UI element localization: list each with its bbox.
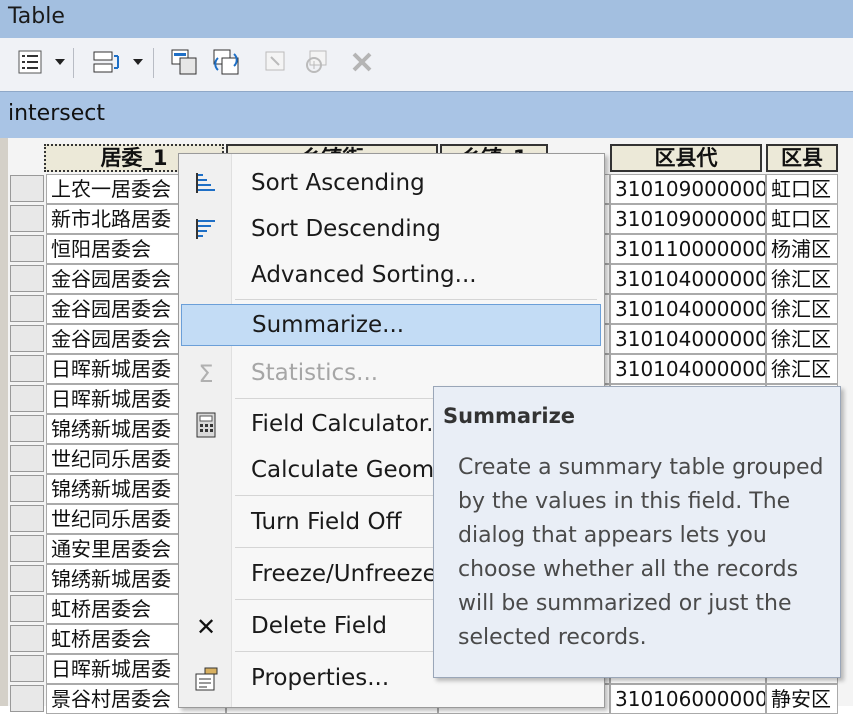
summarize-tooltip: Summarize Create a summary table grouped… — [433, 386, 841, 678]
menu-item-label: Sort Descending — [251, 216, 441, 242]
cell-district-code[interactable]: 310109000000 — [610, 174, 766, 204]
table-name: intersect — [8, 101, 105, 126]
related-tables-icon[interactable] — [92, 48, 120, 76]
toolbar-separator — [153, 48, 154, 78]
row-selector[interactable] — [10, 415, 44, 442]
row-selector[interactable] — [10, 595, 44, 622]
menu-item-label: Turn Field Off — [251, 509, 402, 535]
sort-ascending-icon — [193, 171, 219, 197]
properties-icon — [193, 666, 219, 692]
menu-item-label: Delete Field — [251, 613, 387, 639]
row-selector[interactable] — [10, 175, 44, 202]
row-selector[interactable] — [10, 325, 44, 352]
window-title: Table — [8, 4, 65, 29]
row-selector[interactable] — [10, 565, 44, 592]
delete-icon: ✕ — [195, 613, 217, 641]
clear-selection-icon[interactable] — [262, 48, 290, 76]
cell-district-code[interactable]: 310106000000 — [610, 684, 766, 714]
menu-item-label: Summarize... — [252, 312, 405, 338]
menu-item-summarize[interactable]: Summarize... — [181, 304, 601, 346]
row-selector[interactable] — [10, 385, 44, 412]
column-header[interactable]: 区县 — [766, 144, 838, 172]
row-selector[interactable] — [10, 505, 44, 532]
chevron-down-icon[interactable] — [55, 59, 65, 65]
cell-district-code[interactable]: 310110000000 — [610, 234, 766, 264]
cell-district-code[interactable]: 310104000000 — [610, 264, 766, 294]
cell-district-code[interactable]: 310109000000 — [610, 204, 766, 234]
toolbar-separator — [73, 48, 74, 78]
sigma-icon: Σ — [198, 360, 214, 388]
row-selector[interactable] — [10, 235, 44, 262]
cell-district[interactable]: 徐汇区 — [766, 294, 838, 324]
cell-district[interactable]: 徐汇区 — [766, 264, 838, 294]
row-selector[interactable] — [10, 655, 44, 682]
window-title-bar: Table — [0, 0, 853, 38]
cell-district[interactable]: 虹口区 — [766, 204, 838, 234]
row-selector[interactable] — [10, 295, 44, 322]
menu-item-label: Advanced Sorting... — [251, 262, 477, 288]
menu-item-advanced-sorting[interactable]: Advanced Sorting... — [181, 254, 601, 296]
menu-item-label: Field Calculator... — [251, 411, 449, 437]
cell-district[interactable]: 杨浦区 — [766, 234, 838, 264]
table-options-icon[interactable] — [16, 48, 44, 76]
menu-item-label: Sort Ascending — [251, 170, 425, 196]
select-by-attributes-icon[interactable] — [170, 48, 198, 76]
tooltip-body: Create a summary table grouped by the va… — [458, 455, 824, 650]
row-selector[interactable] — [10, 535, 44, 562]
row-selector[interactable] — [10, 355, 44, 382]
cell-district[interactable]: 徐汇区 — [766, 354, 838, 384]
menu-item-label: Statistics... — [251, 360, 379, 386]
zoom-to-selected-icon[interactable] — [302, 48, 330, 76]
menu-item-sort-descending[interactable]: Sort Descending — [181, 208, 601, 250]
row-selector[interactable] — [10, 625, 44, 652]
cell-district[interactable]: 徐汇区 — [766, 324, 838, 354]
switch-selection-icon[interactable] — [212, 48, 240, 76]
row-selector[interactable] — [10, 205, 44, 232]
cell-district[interactable]: 静安区 — [766, 684, 838, 714]
row-selector[interactable] — [10, 685, 44, 712]
calculator-icon — [193, 412, 219, 438]
table-toolbar — [0, 38, 853, 91]
menu-item-sort-ascending[interactable]: Sort Ascending — [181, 162, 601, 204]
menu-item-label: Properties... — [251, 665, 390, 691]
row-selector[interactable] — [10, 265, 44, 292]
delete-selected-icon[interactable] — [348, 48, 376, 76]
row-selector[interactable] — [10, 445, 44, 472]
chevron-down-icon[interactable] — [133, 59, 143, 65]
cell-district-code[interactable]: 310104000000 — [610, 294, 766, 324]
cell-district[interactable]: 虹口区 — [766, 174, 838, 204]
sort-descending-icon — [193, 217, 219, 243]
tooltip-title: Summarize — [443, 404, 576, 428]
row-selector[interactable] — [10, 475, 44, 502]
cell-district-code[interactable]: 310104000000 — [610, 354, 766, 384]
cell-district-code[interactable]: 310104000000 — [610, 324, 766, 354]
table-tab[interactable]: intersect — [0, 91, 853, 138]
menu-separator — [235, 299, 597, 300]
column-header[interactable]: 区县代 — [610, 144, 762, 172]
